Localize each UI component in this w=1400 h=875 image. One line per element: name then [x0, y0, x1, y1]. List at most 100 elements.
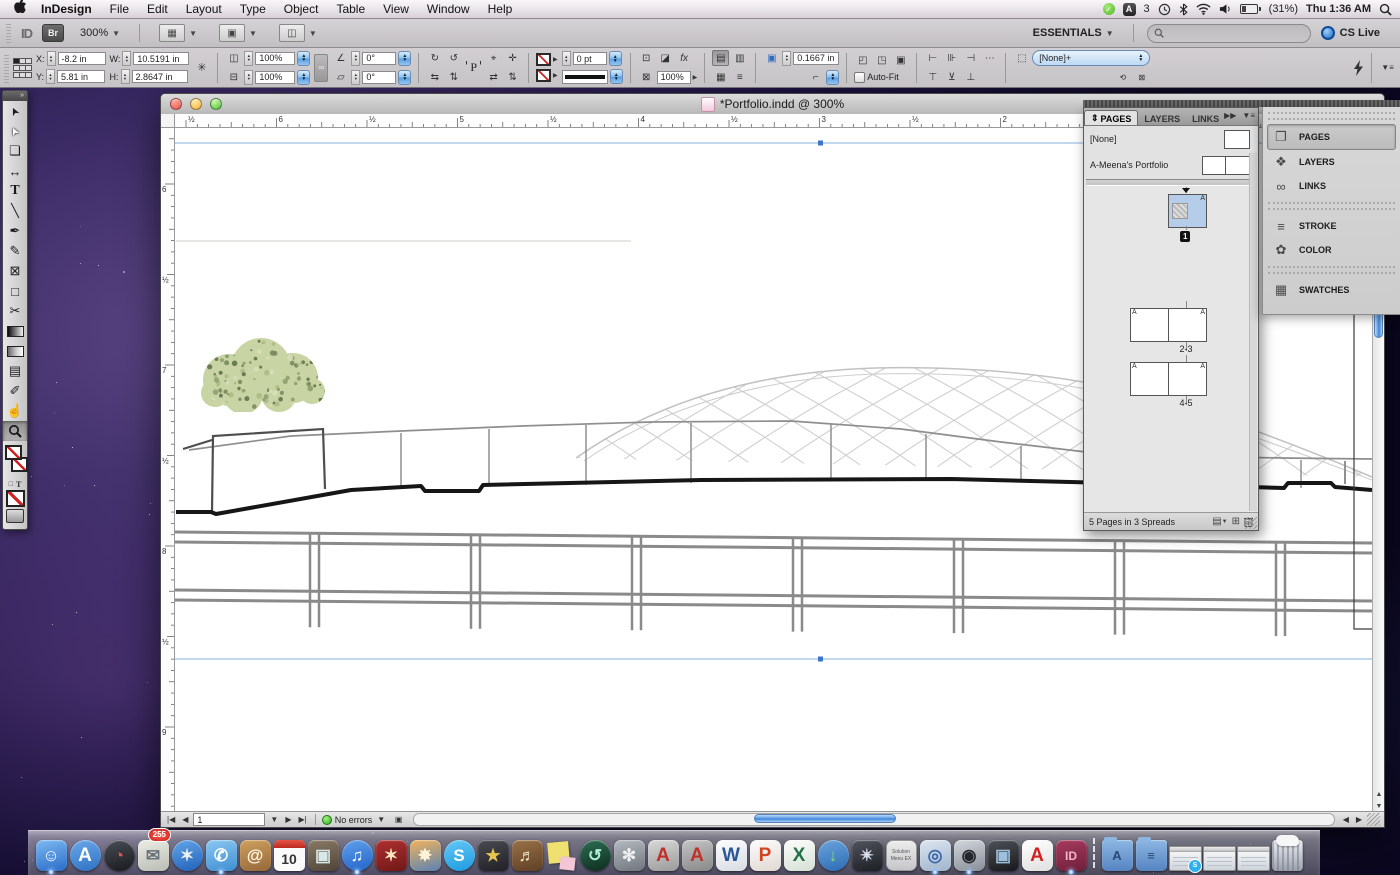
h-stepper[interactable]: ▲ ▼: [120, 69, 130, 84]
dock-panel-stroke[interactable]: ≡ STROKE: [1263, 214, 1400, 238]
transparency-button[interactable]: ◪: [657, 50, 674, 66]
line-tool[interactable]: ╲: [3, 201, 27, 221]
bridge-button[interactable]: Br: [42, 24, 64, 42]
menu-help[interactable]: Help: [479, 2, 522, 16]
zoom-window-button[interactable]: [210, 98, 222, 110]
formatting-toggles[interactable]: □ T: [3, 479, 27, 489]
menu-edit[interactable]: Edit: [138, 2, 177, 16]
corner-shape-stepper[interactable]: ▲ ▼: [826, 69, 840, 85]
panel-group-drag-bar[interactable]: [1083, 100, 1400, 107]
dashboard[interactable]: ◔: [102, 831, 136, 871]
pencil-tool[interactable]: ✎: [3, 241, 27, 261]
panel-menu-icon[interactable]: ▼≡: [1242, 111, 1255, 120]
gradient-feather-tool[interactable]: [3, 341, 27, 361]
next-page-button[interactable]: ▶: [283, 815, 293, 824]
applications-folder[interactable]: A: [1100, 831, 1134, 871]
page-4-thumbnail[interactable]: A: [1130, 362, 1169, 396]
type-tool[interactable]: T: [3, 181, 27, 201]
direct-selection-tool[interactable]: ➤: [3, 121, 27, 141]
stroke-type-aqua-stepper[interactable]: ▲ ▼: [609, 69, 623, 84]
stroke-swatch-arrow[interactable]: ▶: [553, 56, 558, 63]
center-content-button[interactable]: ▣: [892, 53, 909, 69]
page-number-field[interactable]: 1: [193, 813, 266, 826]
opacity-arrow[interactable]: ▶: [693, 74, 698, 81]
dock-panel-color[interactable]: ✿ COLOR: [1263, 238, 1400, 262]
object-style-stepper[interactable]: ▲ ▼: [1134, 51, 1147, 66]
page-tool[interactable]: ❏: [3, 141, 27, 161]
skype[interactable]: S: [442, 831, 476, 871]
minimized-window-skype[interactable]: S: [1168, 831, 1202, 873]
height-field[interactable]: 2.8647 in: [131, 70, 188, 83]
minimize-button[interactable]: [190, 98, 202, 110]
tab-layers[interactable]: LAYERS: [1138, 112, 1186, 125]
front-row[interactable]: ✶: [374, 831, 408, 871]
frame-tool[interactable]: ⊠: [3, 261, 27, 281]
select-previous-button[interactable]: ⇄: [485, 69, 502, 85]
y-stepper[interactable]: ▲ ▼: [46, 69, 56, 84]
distribute-button[interactable]: ⋯: [981, 50, 998, 66]
shear-stepper[interactable]: ▲ ▼: [351, 69, 361, 85]
zoom-level-dropdown[interactable]: 300% ▼: [74, 26, 126, 40]
reference-point-proxy[interactable]: [13, 57, 32, 78]
cs-live-button[interactable]: CS Live: [1320, 26, 1380, 40]
page-5-thumbnail[interactable]: A: [1168, 362, 1207, 396]
system-preferences[interactable]: ✻: [612, 831, 646, 871]
edit-page-size-button[interactable]: ▤ ▼: [1212, 516, 1227, 527]
panel-splitter[interactable]: [1086, 179, 1256, 186]
shear-aqua-stepper[interactable]: ▲ ▼: [398, 69, 412, 85]
rotation-aqua-stepper[interactable]: ▲ ▼: [398, 50, 412, 66]
dock-panel-layers[interactable]: ❖ LAYERS: [1263, 150, 1400, 174]
quick-apply-icon[interactable]: [1353, 59, 1364, 76]
align-center-button[interactable]: ⊪: [943, 50, 960, 66]
align-top-button[interactable]: ⊤: [924, 69, 941, 85]
horizontal-scrollbar-thumb[interactable]: [754, 814, 897, 823]
dock-panel-links[interactable]: ∞ LINKS: [1263, 174, 1400, 198]
battery-icon[interactable]: [1239, 4, 1261, 14]
fill-swatch[interactable]: [5, 445, 22, 460]
previous-page-button[interactable]: ◀: [180, 815, 190, 824]
web-downloader[interactable]: ↓: [816, 831, 850, 871]
imovie[interactable]: ★: [476, 831, 510, 871]
volume-icon[interactable]: [1219, 3, 1232, 15]
panel-resize-grip[interactable]: [1245, 517, 1257, 529]
scroll-left-arrow[interactable]: ◀: [1341, 815, 1351, 824]
gradient-swatch-tool[interactable]: [3, 321, 27, 341]
menu-indesign[interactable]: InDesign: [32, 2, 101, 16]
excel[interactable]: X: [782, 831, 816, 871]
fit-frame-to-content-button[interactable]: ◳: [873, 53, 890, 69]
camera-app[interactable]: ◉: [952, 831, 986, 875]
page-3-thumbnail[interactable]: A: [1168, 308, 1207, 342]
selection-tool[interactable]: ➤: [3, 101, 27, 121]
scale-y-aqua-stepper[interactable]: ▲ ▼: [297, 69, 311, 85]
page-dropdown-arrow[interactable]: ▼: [268, 815, 280, 824]
minimized-window-2[interactable]: [1236, 831, 1270, 871]
solution-menu-ex[interactable]: Solution Menu EX: [884, 831, 918, 871]
master-a-right-thumbnail[interactable]: [1225, 156, 1250, 175]
fill-stroke-swatches[interactable]: [3, 443, 28, 477]
window-resize-grip[interactable]: [1367, 813, 1380, 826]
master-none-thumbnail[interactable]: [1224, 130, 1250, 149]
wrap-none-button[interactable]: ▤: [712, 50, 730, 66]
flip-horizontal-button[interactable]: ⇆: [426, 69, 443, 85]
drop-shadow-button[interactable]: ⊡: [638, 50, 655, 66]
pages-panel-scrollbar[interactable]: [1249, 153, 1257, 511]
stroke-type-dropdown[interactable]: [561, 69, 608, 84]
search-input[interactable]: [1167, 26, 1292, 40]
time-machine[interactable]: ↺: [578, 831, 612, 871]
stroke-weight-aqua-stepper[interactable]: ▲ ▼: [608, 51, 622, 66]
spread-2-3-label[interactable]: 2-3: [1166, 344, 1206, 354]
dock-panel-swatches[interactable]: ▦ SWATCHES: [1263, 278, 1400, 302]
menu-layout[interactable]: Layout: [177, 2, 231, 16]
tab-pages[interactable]: ⇕ PAGES: [1084, 110, 1139, 125]
fill-swatch-arrow[interactable]: ▶: [553, 72, 558, 79]
wrap-object-shape-button[interactable]: ▦: [712, 69, 729, 85]
indesign[interactable]: ID: [1054, 831, 1088, 875]
pen-tool[interactable]: ✒: [3, 221, 27, 241]
rotate-90-cw-button[interactable]: ↻: [426, 50, 443, 66]
autocad-ws[interactable]: A: [680, 831, 714, 871]
app-store[interactable]: A: [68, 831, 102, 871]
view-options-dropdown[interactable]: ▦ ▼: [153, 23, 203, 43]
auto-fit-checkbox[interactable]: [854, 71, 866, 83]
menu-clock[interactable]: Thu 1:36 AM: [1306, 3, 1371, 15]
flip-vertical-button[interactable]: ⇅: [445, 69, 462, 85]
